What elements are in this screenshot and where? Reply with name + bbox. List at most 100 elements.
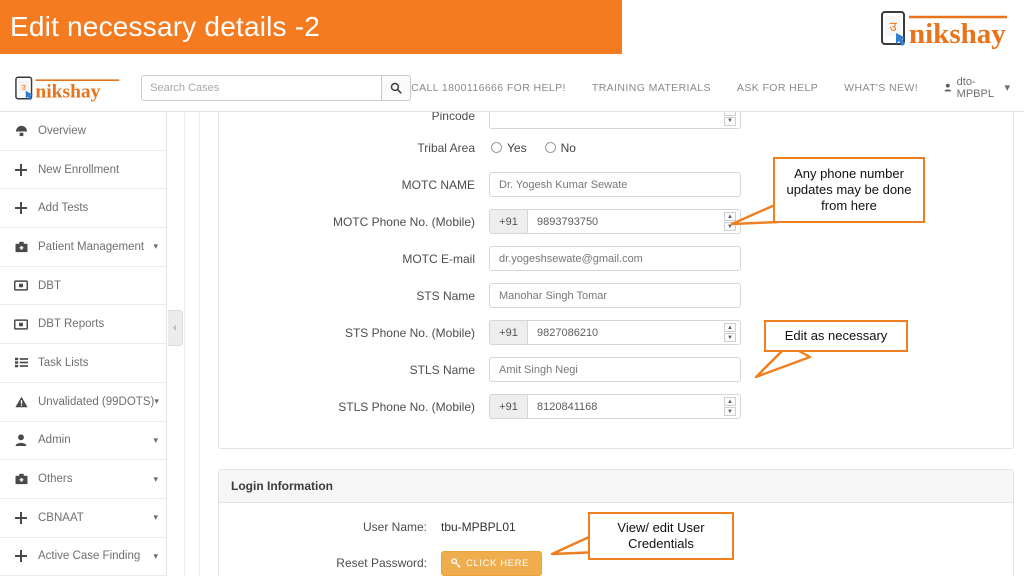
sidebar-item-admin[interactable]: Admin ▾ bbox=[0, 422, 166, 461]
slide-title-banner: Edit necessary details -2 bbox=[0, 0, 622, 54]
navbar-brand-logo[interactable]: उ nikshay bbox=[14, 74, 123, 102]
country-code-prefix: +91 bbox=[489, 394, 527, 419]
nav-link-whats-new[interactable]: WHAT'S NEW! bbox=[844, 82, 918, 94]
input-motc-phone-no-mobile[interactable] bbox=[527, 209, 741, 234]
sidebar-item-overview[interactable]: Overview bbox=[0, 112, 166, 151]
form-row-sts-name: STS Name bbox=[219, 277, 1013, 314]
stepper-down-icon[interactable]: ▼ bbox=[724, 407, 736, 416]
sidebar-item-dbt-reports[interactable]: DBT Reports bbox=[0, 305, 166, 345]
sidebar-item-label: Patient Management bbox=[38, 240, 145, 253]
radio-circle-icon bbox=[491, 142, 502, 153]
content-scroll-gutter[interactable] bbox=[184, 112, 200, 576]
sidebar-item-task-lists[interactable]: Task Lists bbox=[0, 344, 166, 383]
warning-icon bbox=[12, 396, 30, 408]
stepper-up-icon[interactable]: ▲ bbox=[724, 323, 736, 332]
pincode-stepper[interactable]: ▲ ▼ bbox=[724, 112, 736, 126]
reset-password-click-here-button[interactable]: CLICK HERE bbox=[441, 550, 543, 576]
country-code-prefix: +91 bbox=[489, 320, 527, 345]
nav-link-training-materials[interactable]: TRAINING MATERIALS bbox=[592, 82, 711, 94]
sidebar-item-cbnaat[interactable]: CBNAAT ▾ bbox=[0, 499, 166, 538]
label-reset-password: Reset Password: bbox=[336, 556, 427, 570]
sidebar-item-active-case-finding[interactable]: Active Case Finding ▾ bbox=[0, 538, 166, 576]
field-motc-e-mail bbox=[489, 246, 741, 271]
stepper-up-icon[interactable]: ▲ bbox=[724, 112, 736, 116]
pincode-input[interactable] bbox=[489, 112, 741, 129]
input-stls-name[interactable] bbox=[489, 357, 741, 382]
form-row-stls-name: STLS Name bbox=[219, 351, 1013, 388]
sidebar-item-label: DBT bbox=[38, 279, 61, 292]
callout-phone-updates: Any phone number updates may be done fro… bbox=[773, 157, 925, 223]
plus-icon bbox=[12, 163, 30, 176]
input-group-stls-phone-no-mobile: +91 ▲▼ bbox=[489, 394, 741, 419]
label-stls-name: STLS Name bbox=[409, 362, 475, 377]
label-pincode: Pincode bbox=[431, 112, 475, 123]
radio-tribal-area-yes[interactable]: Yes bbox=[491, 141, 527, 155]
nav-link-ask-for-help[interactable]: ASK FOR HELP bbox=[737, 82, 818, 94]
sidebar-item-unvalidated-99dots[interactable]: Unvalidated (99DOTS) ▾ bbox=[0, 383, 166, 422]
svg-text:nikshay: nikshay bbox=[909, 18, 1006, 50]
input-motc-name[interactable] bbox=[489, 172, 741, 197]
reset-password-action: CLICK HERE bbox=[441, 550, 543, 576]
sidebar: Overview New Enrollment Add Tests Patient M… bbox=[0, 112, 167, 576]
key-icon bbox=[451, 558, 461, 568]
chevron-down-icon: ▾ bbox=[153, 241, 158, 252]
plus-icon bbox=[12, 511, 30, 524]
search-input[interactable] bbox=[141, 74, 382, 101]
stepper-down-icon[interactable]: ▼ bbox=[724, 333, 736, 342]
chevron-down-icon: ▾ bbox=[153, 473, 158, 484]
chevron-left-icon: ‹ bbox=[173, 322, 177, 334]
money-icon bbox=[12, 319, 30, 330]
pincode-input-group: ▲ ▼ bbox=[489, 112, 741, 129]
chevron-down-icon: ▾ bbox=[153, 434, 158, 445]
callout-credentials-text: View/ edit User Credentials bbox=[617, 519, 705, 551]
sidebar-item-dbt[interactable]: DBT bbox=[0, 267, 166, 306]
svg-text:उ: उ bbox=[889, 19, 897, 34]
label-motc-phone-no-mobile: MOTC Phone No. (Mobile) bbox=[332, 214, 475, 229]
sidebar-item-patient-management[interactable]: Patient Management ▾ bbox=[0, 228, 166, 267]
sidebar-item-others[interactable]: Others ▾ bbox=[0, 460, 166, 499]
input-sts-phone-no-mobile[interactable] bbox=[527, 320, 741, 345]
svg-text:nikshay: nikshay bbox=[35, 81, 100, 101]
chevron-down-icon: ▾ bbox=[153, 550, 158, 561]
radio-tribal-area-no[interactable]: No bbox=[544, 141, 576, 155]
sidebar-item-add-tests[interactable]: Add Tests bbox=[0, 189, 166, 229]
sidebar-collapse-toggle[interactable]: ‹ bbox=[168, 310, 183, 346]
search-icon bbox=[390, 82, 402, 94]
callout-view-edit-credentials: View/ edit User Credentials bbox=[588, 512, 734, 560]
label-sts-phone-no-mobile: STS Phone No. (Mobile) bbox=[344, 325, 475, 340]
country-code-prefix: +91 bbox=[489, 209, 527, 234]
user-icon bbox=[944, 83, 952, 92]
nav-link-call-help[interactable]: CALL 1800116666 FOR HELP! bbox=[411, 82, 566, 94]
search-button[interactable] bbox=[381, 74, 412, 101]
sidebar-item-new-enrollment[interactable]: New Enrollment bbox=[0, 151, 166, 190]
stepper-sts-phone-no-mobile[interactable]: ▲ ▼ bbox=[724, 323, 736, 342]
navbar-links: CALL 1800116666 FOR HELP! TRAINING MATER… bbox=[411, 76, 1010, 100]
field-sts-phone-no-mobile: +91 ▲▼ bbox=[489, 320, 741, 345]
field-sts-name bbox=[489, 283, 741, 308]
screenshot-root: Edit necessary details -2 उ nikshay उ ni… bbox=[0, 0, 1024, 576]
field-stls-phone-no-mobile: +91 ▲▼ bbox=[489, 394, 741, 419]
input-motc-e-mail[interactable] bbox=[489, 246, 741, 271]
sidebar-item-label: DBT Reports bbox=[38, 318, 105, 331]
stepper-stls-phone-no-mobile[interactable]: ▲ ▼ bbox=[724, 397, 736, 416]
user-icon bbox=[12, 434, 30, 447]
plus-icon bbox=[12, 202, 30, 215]
dashboard-icon bbox=[12, 125, 30, 137]
input-sts-name[interactable] bbox=[489, 283, 741, 308]
sidebar-item-label: Active Case Finding bbox=[38, 550, 141, 563]
label-user-name: User Name: bbox=[362, 520, 427, 534]
field-stls-name bbox=[489, 357, 741, 382]
sidebar-item-label: Overview bbox=[38, 124, 86, 137]
user-menu[interactable]: dto-MPBPL ▾ bbox=[944, 76, 1010, 100]
form-row-pincode: Pincode ▲ ▼ bbox=[219, 112, 1013, 129]
field-pincode: ▲ ▼ bbox=[489, 112, 741, 129]
stepper-down-icon[interactable]: ▼ bbox=[724, 116, 736, 126]
tribal-area-radio-group: Yes No bbox=[489, 141, 576, 155]
input-stls-phone-no-mobile[interactable] bbox=[527, 394, 741, 419]
label-motc-e-mail: MOTC E-mail bbox=[402, 251, 475, 266]
label-sts-name: STS Name bbox=[416, 288, 475, 303]
label-motc-name: MOTC NAME bbox=[401, 177, 475, 192]
stepper-up-icon[interactable]: ▲ bbox=[724, 397, 736, 406]
sidebar-item-label: Task Lists bbox=[38, 356, 89, 369]
label-tribal-area: Tribal Area bbox=[417, 140, 475, 155]
